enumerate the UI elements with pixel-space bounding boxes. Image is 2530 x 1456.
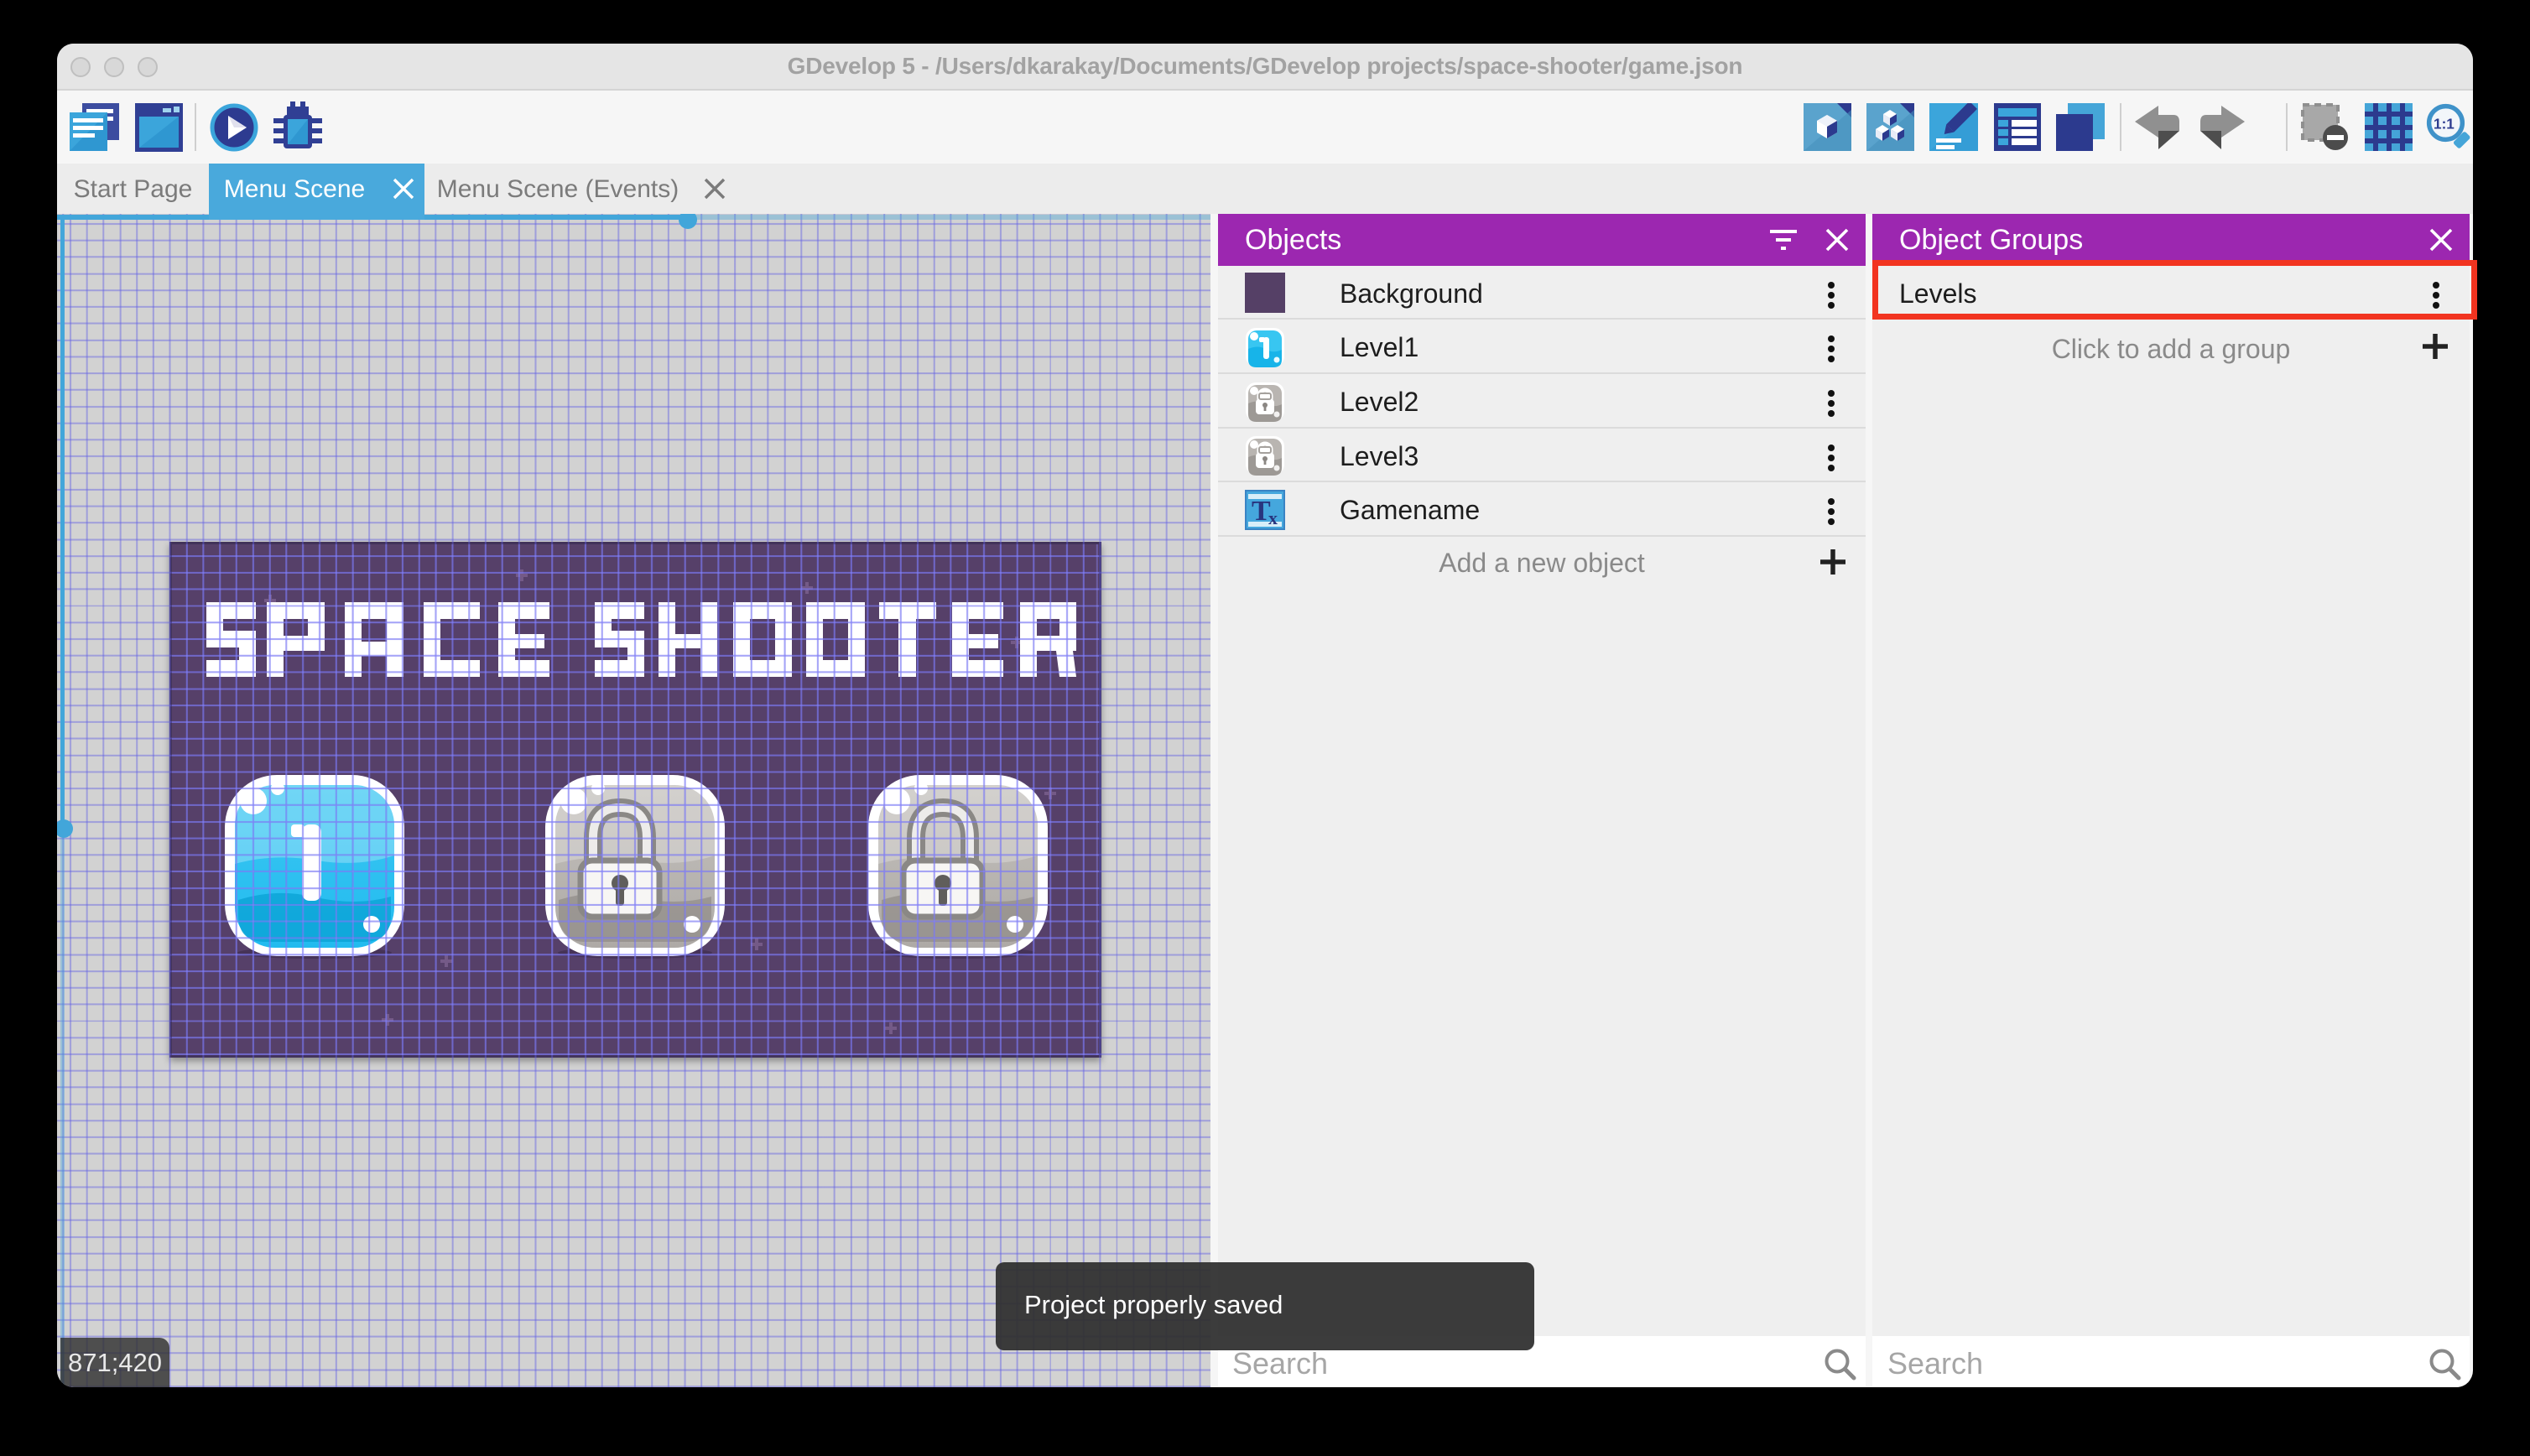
svg-text:1:1: 1:1 — [2434, 116, 2455, 133]
svg-text:x: x — [1268, 507, 1278, 528]
